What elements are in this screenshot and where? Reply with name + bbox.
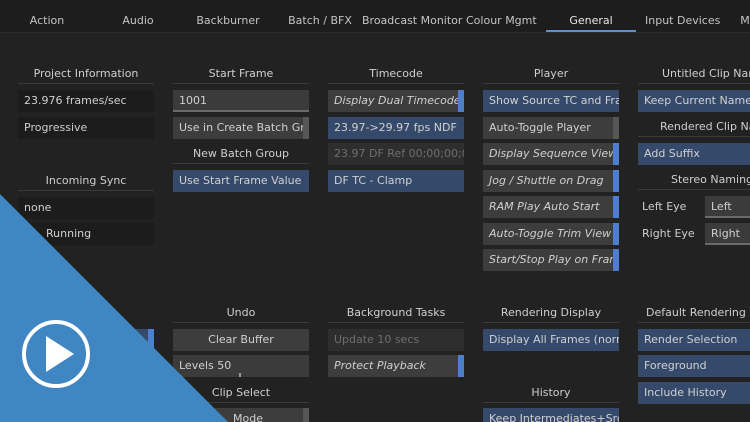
timecode-header: Timecode <box>328 64 464 84</box>
background-tasks-header: Background Tasks <box>328 303 464 323</box>
right-eye-input[interactable]: Right <box>705 223 750 245</box>
scan-mode-field: Progressive <box>18 117 154 139</box>
rendering-display-button[interactable]: Display All Frames (normal) <box>483 329 619 351</box>
start-frame-header: Start Frame <box>173 64 309 84</box>
tab-action[interactable]: Action <box>17 0 77 32</box>
update-interval-field: Update 10 secs <box>328 329 464 351</box>
jog-shuttle-toggle[interactable]: Jog / Shuttle on Drag <box>483 170 619 192</box>
display-dual-timecodes-toggle[interactable]: Display Dual Timecodes <box>328 90 464 112</box>
auto-toggle-trim-view-toggle[interactable]: Auto-Toggle Trim View <box>483 223 619 245</box>
use-start-frame-value-button[interactable]: Use Start Frame Value <box>173 170 309 192</box>
frame-rate-field: 23.976 frames/sec <box>18 90 154 112</box>
untitled-clip-name-header: Untitled Clip Name <box>638 64 750 84</box>
left-eye-input[interactable]: Left <box>705 196 750 218</box>
start-frame-input[interactable]: 1001 <box>173 90 309 112</box>
default-rendering-options-header: Default Rendering Options <box>638 303 750 323</box>
start-stop-play-on-frame-toggle[interactable]: Start/Stop Play on Frame <box>483 249 619 271</box>
incoming-sync-header: Incoming Sync <box>18 171 154 191</box>
tab-audio[interactable]: Audio <box>108 0 168 32</box>
show-source-tc-button[interactable]: Show Source TC and Frame <box>483 90 619 112</box>
use-in-create-batch-group-button[interactable]: Use in Create Batch Group <box>173 117 309 139</box>
protect-playback-toggle[interactable]: Protect Playback <box>328 355 464 377</box>
column1-lower-button[interactable] <box>18 329 154 351</box>
render-selection-button[interactable]: Render Selection <box>638 329 750 351</box>
foreground-button[interactable]: Foreground <box>638 355 750 377</box>
tab-more[interactable]: M <box>735 0 750 32</box>
clip-select-mode-button[interactable]: Mode <box>173 408 309 422</box>
undo-header: Undo <box>173 303 309 323</box>
project-information-header: Project Information <box>18 64 154 84</box>
include-history-button[interactable]: Include History <box>638 382 750 404</box>
clear-buffer-button[interactable]: Clear Buffer <box>173 329 309 351</box>
right-eye-label: Right Eye <box>642 227 695 240</box>
timecode-conversion-button[interactable]: 23.97->29.97 fps NDF <box>328 117 464 139</box>
auto-toggle-player-toggle[interactable]: Auto-Toggle Player <box>483 117 619 139</box>
rendered-clip-name-header: Rendered Clip Name <box>638 117 750 137</box>
tab-general[interactable]: General <box>546 0 636 32</box>
tab-input-devices[interactable]: Input Devices <box>645 0 720 32</box>
ram-play-auto-start-toggle[interactable]: RAM Play Auto Start <box>483 196 619 218</box>
tab-colour-mgmt[interactable]: Colour Mgmt <box>466 0 537 32</box>
display-sequence-viewer-toggle[interactable]: Display Sequence Viewer <box>483 143 619 165</box>
df-tc-clamp-button[interactable]: DF TC - Clamp <box>328 170 464 192</box>
stereo-naming-header: Stereo Naming <box>638 170 750 190</box>
incoming-sync-value[interactable]: none <box>18 197 154 219</box>
sync-status-field: Running <box>18 223 154 245</box>
player-header: Player <box>483 64 619 84</box>
timecode-ref-field: 23.97 DF Ref 00;00;00;00 <box>328 143 464 165</box>
tab-divider <box>0 32 750 33</box>
tab-bar: Action Audio Backburner Batch / BFX Broa… <box>0 0 750 32</box>
clip-select-header: Clip Select <box>173 383 309 403</box>
undo-levels-input[interactable]: Levels 50 <box>173 355 309 377</box>
history-button[interactable]: Keep Intermediates+Src <box>483 408 619 422</box>
untitled-clip-name-button[interactable]: Keep Current Name <box>638 90 750 112</box>
left-eye-label: Left Eye <box>642 200 687 213</box>
tab-batch-bfx[interactable]: Batch / BFX <box>286 0 354 32</box>
history-header: History <box>483 383 619 403</box>
rendered-clip-name-button[interactable]: Add Suffix <box>638 143 750 165</box>
new-batch-group-header: New Batch Group <box>173 144 309 164</box>
tab-backburner[interactable]: Backburner <box>193 0 263 32</box>
tab-broadcast-monitor[interactable]: Broadcast Monitor <box>362 0 462 32</box>
rendering-display-header: Rendering Display <box>483 303 619 323</box>
